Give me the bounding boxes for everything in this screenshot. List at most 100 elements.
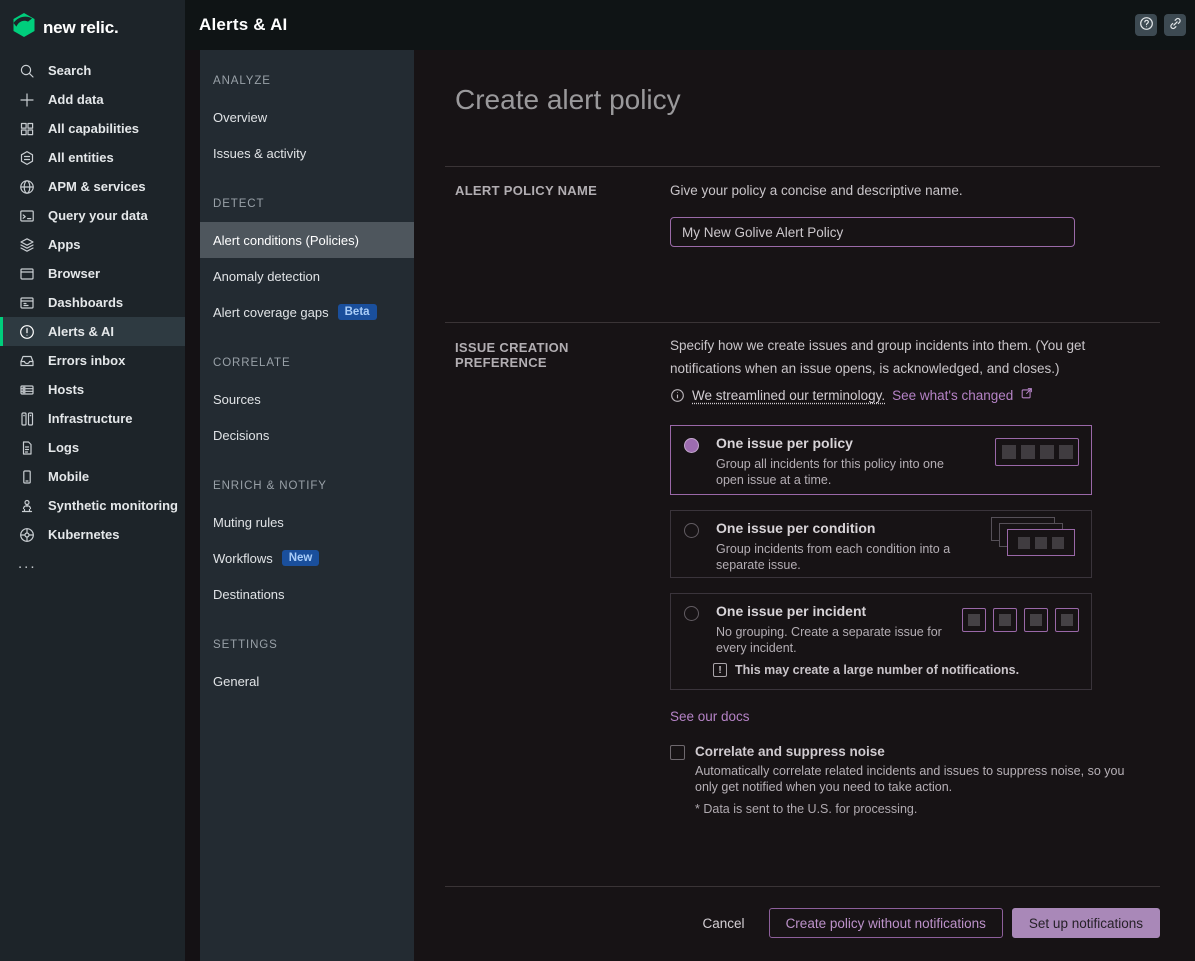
radio-one-issue-per-policy[interactable]: [684, 438, 699, 453]
sidebar-item-browser[interactable]: Browser: [0, 259, 185, 288]
sidebar-item-apm-services[interactable]: APM & services: [0, 172, 185, 201]
sidebar-item-label: Hosts: [48, 382, 84, 397]
logo-text: new relic.: [43, 18, 118, 38]
subnav-item-label: Decisions: [213, 428, 269, 443]
subnav-item-issues-activity[interactable]: Issues & activity: [200, 135, 414, 171]
sidebar-item-label: Add data: [48, 92, 104, 107]
subnav-section-correlate: CORRELATE: [200, 345, 414, 381]
globe-icon: [18, 178, 35, 195]
subnav-item-decisions[interactable]: Decisions: [200, 417, 414, 453]
sidebar-item-label: Apps: [48, 237, 81, 252]
sidebar-item-infrastructure[interactable]: Infrastructure: [0, 404, 185, 433]
subnav-item-destinations[interactable]: Destinations: [200, 576, 414, 612]
divider: [445, 886, 1160, 887]
layers-icon: [18, 236, 35, 253]
sidebar-item-label: Mobile: [48, 469, 89, 484]
correlate-checkbox[interactable]: [670, 745, 685, 760]
subnav-item-overview[interactable]: Overview: [200, 99, 414, 135]
external-link-icon: [1020, 386, 1034, 405]
info-icon: [670, 388, 685, 403]
subnav-item-label: Anomaly detection: [213, 269, 320, 284]
sidebar-item-label: Synthetic monitoring: [48, 498, 178, 513]
browser-icon: [18, 265, 35, 282]
sidebar-item-label: APM & services: [48, 179, 146, 194]
subnav-section-enrich-notify: ENRICH & NOTIFY: [200, 468, 414, 504]
option-one-issue-per-condition[interactable]: One issue per condition Group incidents …: [670, 510, 1092, 578]
subnav-item-label: Muting rules: [213, 515, 284, 530]
correlate-title: Correlate and suppress noise: [695, 744, 885, 759]
cancel-button[interactable]: Cancel: [703, 916, 745, 931]
sidebar-item-alerts-ai[interactable]: Alerts & AI: [0, 317, 185, 346]
warning-icon: !: [713, 663, 727, 677]
sidebar-item-hosts[interactable]: Hosts: [0, 375, 185, 404]
top-header: Alerts & AI: [185, 0, 1195, 50]
see-our-docs-link[interactable]: See our docs: [670, 709, 750, 724]
one-issue-per-condition-icon: [987, 517, 1079, 565]
divider: [445, 166, 1160, 167]
subnav-item-label: Sources: [213, 392, 261, 407]
sidebar-item-logs[interactable]: Logs: [0, 433, 185, 462]
permalink-button[interactable]: [1164, 14, 1186, 36]
sidebar-item-all-entities[interactable]: All entities: [0, 143, 185, 172]
issue-creation-preference-label: ISSUE CREATION PREFERENCE: [455, 340, 660, 370]
sidebar-item-query-your-data[interactable]: Query your data: [0, 201, 185, 230]
divider: [445, 322, 1160, 323]
newrelic-logo[interactable]: new relic.: [0, 0, 185, 44]
option-one-issue-per-policy[interactable]: One issue per policy Group all incidents…: [670, 425, 1092, 495]
header-actions: [1135, 14, 1186, 36]
subnav-item-label: Alert conditions (Policies): [213, 233, 359, 248]
sidebar-item-dashboards[interactable]: Dashboards: [0, 288, 185, 317]
data-processing-note: * Data is sent to the U.S. for processin…: [695, 802, 917, 816]
mobile-icon: [18, 468, 35, 485]
sidebar-item-apps[interactable]: Apps: [0, 230, 185, 259]
alerts-subnav: ANALYZE Overview Issues & activity DETEC…: [200, 50, 414, 961]
subnav-item-general[interactable]: General: [200, 663, 414, 699]
option-one-issue-per-incident[interactable]: One issue per incident No grouping. Crea…: [670, 593, 1092, 690]
subnav-item-label: Workflows: [213, 551, 273, 566]
notification-warning: ! This may create a large number of noti…: [713, 663, 1019, 677]
subnav-section-detect: DETECT: [200, 186, 414, 222]
logs-icon: [18, 439, 35, 456]
create-alert-policy-panel: Create alert policy ALERT POLICY NAME Gi…: [414, 50, 1195, 961]
subnav-item-anomaly-detection[interactable]: Anomaly detection: [200, 258, 414, 294]
subnav-item-label: Issues & activity: [213, 146, 306, 161]
sidebar-item-label: Search: [48, 63, 91, 78]
see-whats-changed-link[interactable]: See what's changed: [892, 388, 1013, 403]
terminology-note[interactable]: We streamlined our terminology.: [692, 388, 885, 403]
subnav-item-alert-conditions-policies[interactable]: Alert conditions (Policies): [200, 222, 414, 258]
subnav-item-workflows[interactable]: WorkflowsNew: [200, 540, 414, 576]
bot-icon: [18, 497, 35, 514]
sidebar-item-mobile[interactable]: Mobile: [0, 462, 185, 491]
sidebar-item-label: Errors inbox: [48, 353, 125, 368]
primary-nav: Search Add data All capabilities All ent…: [0, 56, 185, 578]
sidebar-more-button[interactable]: ...: [0, 549, 185, 578]
footer-actions: Cancel Create policy without notificatio…: [703, 908, 1160, 938]
sidebar-item-errors-inbox[interactable]: Errors inbox: [0, 346, 185, 375]
warning-text: This may create a large number of notifi…: [735, 663, 1019, 677]
sidebar-item-synthetic-monitoring[interactable]: Synthetic monitoring: [0, 491, 185, 520]
sidebar-item-search[interactable]: Search: [0, 56, 185, 85]
create-policy-without-notifications-button[interactable]: Create policy without notifications: [769, 908, 1003, 938]
set-up-notifications-button[interactable]: Set up notifications: [1012, 908, 1160, 938]
radio-one-issue-per-condition[interactable]: [684, 523, 699, 538]
help-button[interactable]: [1135, 14, 1157, 36]
subnav-item-sources[interactable]: Sources: [200, 381, 414, 417]
option-description: No grouping. Create a separate issue for…: [716, 624, 971, 656]
page-title: Create alert policy: [455, 84, 681, 116]
subnav-item-muting-rules[interactable]: Muting rules: [200, 504, 414, 540]
correlate-description: Automatically correlate related incident…: [695, 763, 1143, 795]
sidebar-item-all-capabilities[interactable]: All capabilities: [0, 114, 185, 143]
subnav-item-alert-coverage-gaps[interactable]: Alert coverage gapsBeta: [200, 294, 414, 330]
subnav-item-label: Destinations: [213, 587, 285, 602]
sidebar-item-kubernetes[interactable]: Kubernetes: [0, 520, 185, 549]
sidebar-item-label: All capabilities: [48, 121, 139, 136]
sidebar-item-label: Logs: [48, 440, 79, 455]
sidebar-item-add-data[interactable]: Add data: [0, 85, 185, 114]
infrastructure-icon: [18, 410, 35, 427]
subnav-item-label: Alert coverage gaps: [213, 305, 329, 320]
policy-name-input[interactable]: [670, 217, 1075, 247]
radio-one-issue-per-incident[interactable]: [684, 606, 699, 621]
kubernetes-icon: [18, 526, 35, 543]
terminal-icon: [18, 207, 35, 224]
dashboard-icon: [18, 294, 35, 311]
